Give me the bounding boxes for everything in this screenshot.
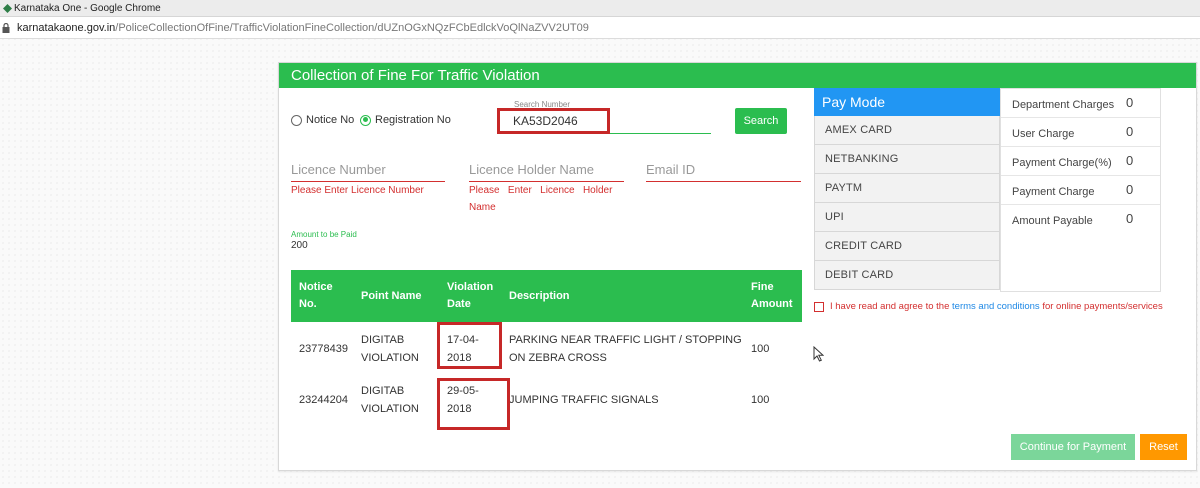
charge-label: Payment Charge(%) <box>1012 157 1112 169</box>
description-cell: JUMPING TRAFFIC SIGNALS <box>509 394 659 406</box>
pay-option-upi[interactable]: UPI <box>814 203 1000 232</box>
charge-amount-payable: Amount Payable 0 <box>1001 205 1160 234</box>
terms-link[interactable]: terms and conditions <box>952 301 1040 312</box>
charge-value: 0 <box>1126 124 1134 139</box>
pay-option-debit-card[interactable]: DEBIT CARD <box>814 261 1000 290</box>
mouse-cursor-icon <box>813 346 824 362</box>
charges-summary: Department Charges 0 User Charge 0 Payment… <box>1000 88 1161 292</box>
terms-agreement[interactable]: I have read and agree to the terms and c… <box>814 301 1163 312</box>
terms-prefix: I have read and agree to the <box>830 301 953 312</box>
terms-suffix: for online payments/services <box>1039 301 1163 312</box>
highlight-box <box>497 108 610 134</box>
radio-notice-no[interactable]: Notice No <box>291 114 354 126</box>
charge-value: 0 <box>1126 95 1134 110</box>
amount-label: Amount to be Paid <box>291 230 357 239</box>
radio-checked-icon <box>360 114 371 126</box>
continue-payment-button[interactable]: Continue for Payment <box>1011 434 1135 460</box>
charge-label: Payment Charge <box>1012 186 1095 198</box>
lock-icon <box>2 23 10 33</box>
highlight-box <box>437 378 510 430</box>
radio-circle-icon <box>291 114 302 126</box>
licence-number-placeholder: Licence Number <box>291 162 386 177</box>
header-notice-no: Notice No. <box>299 281 333 310</box>
violations-table-header: Notice No. Point Name Violation Date Descr… <box>291 270 802 322</box>
pay-mode-list: Pay Mode AMEX CARD NETBANKING PAYTM UPI … <box>814 88 1000 290</box>
pay-option-amex[interactable]: AMEX CARD <box>814 116 1000 145</box>
holder-name-error-cont: Name <box>469 202 496 213</box>
charge-value: 0 <box>1126 211 1134 226</box>
header-fine-amount: Fine Amount <box>751 281 793 310</box>
description-cell: PARKING NEAR TRAFFIC LIGHT / STOPPING ON … <box>509 334 742 364</box>
charge-value: 0 <box>1126 182 1134 197</box>
header-violation-date: Violation Date <box>447 281 494 310</box>
notice-cell: 23778439 <box>299 343 348 355</box>
table-row[interactable]: 23244204 DIGITAB VIOLATION 29-05- 2018 JUM… <box>291 375 802 425</box>
charge-user: User Charge 0 <box>1001 118 1160 147</box>
url-text[interactable]: karnatakaone.gov.in/PoliceCollectionOfFi… <box>17 17 589 39</box>
url-host: karnatakaone.gov.in <box>17 22 116 34</box>
point-cell: DIGITAB VIOLATION <box>361 385 419 415</box>
app-icon <box>3 4 12 13</box>
terms-checkbox[interactable] <box>814 301 824 312</box>
address-bar[interactable]: karnatakaone.gov.in/PoliceCollectionOfFi… <box>0 17 1200 39</box>
licence-number-error: Please Enter Licence Number <box>291 185 424 196</box>
holder-name-placeholder: Licence Holder Name <box>469 162 595 177</box>
pay-option-paytm[interactable]: PAYTM <box>814 174 1000 203</box>
header-point-name: Point Name <box>361 289 422 302</box>
browser-titlebar: Karnataka One - Google Chrome <box>0 0 1200 17</box>
holder-name-error: Please Enter Licence Holder <box>469 185 613 196</box>
holder-name-field[interactable]: Licence Holder Name <box>469 160 624 182</box>
charge-value: 0 <box>1126 153 1134 168</box>
licence-number-field[interactable]: Licence Number <box>291 160 445 182</box>
reset-button[interactable]: Reset <box>1140 434 1187 460</box>
email-field[interactable]: Email ID <box>646 160 801 182</box>
charge-department: Department Charges 0 <box>1001 89 1160 118</box>
window-title: Karnataka One - Google Chrome <box>14 3 161 14</box>
pay-option-credit-card[interactable]: CREDIT CARD <box>814 232 1000 261</box>
page-title: Collection of Fine For Traffic Violation <box>279 63 1196 88</box>
url-path: /PoliceCollectionOfFine/TrafficViolation… <box>115 22 589 34</box>
charge-label: Amount Payable <box>1012 215 1093 227</box>
radio-label: Notice No <box>306 114 355 126</box>
charge-payment-percent: Payment Charge(%) 0 <box>1001 147 1160 176</box>
pay-option-netbanking[interactable]: NETBANKING <box>814 145 1000 174</box>
pay-mode-heading: Pay Mode <box>814 88 1000 116</box>
email-placeholder: Email ID <box>646 162 696 177</box>
amount-value: 200 <box>291 240 308 251</box>
charge-payment: Payment Charge 0 <box>1001 176 1160 205</box>
point-cell: DIGITAB VIOLATION <box>361 334 419 364</box>
header-description: Description <box>509 289 570 302</box>
table-row[interactable]: 23778439 DIGITAB VIOLATION 17-04- 2018 PAR… <box>291 324 802 374</box>
fine-cell: 100 <box>751 343 770 355</box>
notice-cell: 23244204 <box>299 394 348 406</box>
fine-cell: 100 <box>751 394 770 406</box>
highlight-box <box>437 322 502 369</box>
charge-label: Department Charges <box>1012 99 1115 111</box>
fine-collection-panel: Collection of Fine For Traffic Violation… <box>278 62 1197 471</box>
charge-label: User Charge <box>1012 128 1075 140</box>
search-button[interactable]: Search <box>735 108 787 134</box>
radio-registration-no[interactable]: Registration No <box>360 114 451 126</box>
radio-label: Registration No <box>375 114 451 126</box>
